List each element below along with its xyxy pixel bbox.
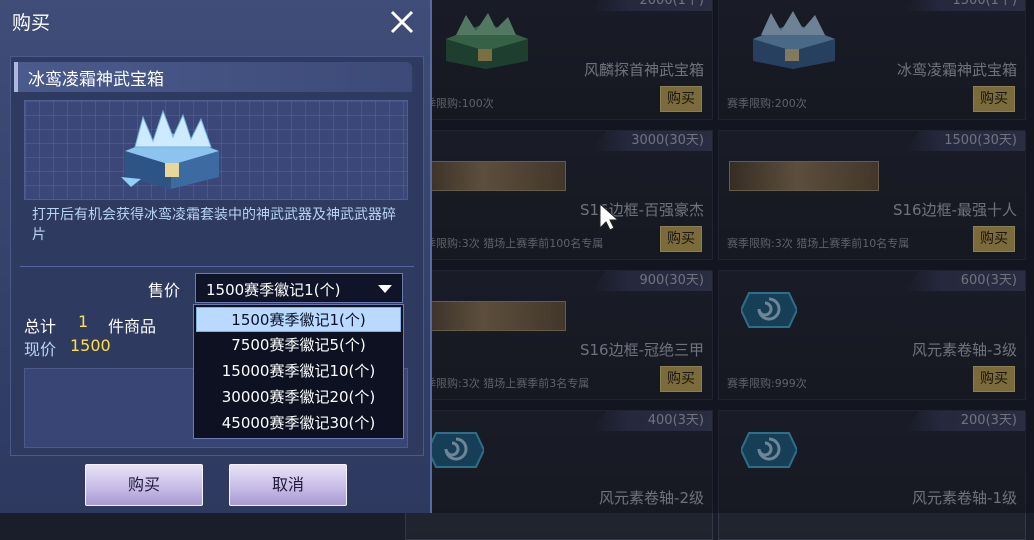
mouse-cursor-icon bbox=[599, 202, 620, 231]
dropdown-arrow-icon[interactable] bbox=[378, 285, 392, 293]
current-price-value: 1500 bbox=[70, 336, 111, 355]
price-dropdown-list[interactable]: 1500赛季徽记1(个) 7500赛季徽记5(个) 15000赛季徽记10(个)… bbox=[193, 304, 404, 439]
divider bbox=[20, 266, 414, 267]
cancel-button[interactable]: 取消 bbox=[229, 464, 347, 506]
treasure-chest-image bbox=[121, 109, 219, 189]
item-title: 冰鸾凌霜神武宝箱 bbox=[28, 70, 164, 90]
price-option[interactable]: 45000赛季徽记30(个) bbox=[196, 411, 401, 436]
close-icon[interactable] bbox=[386, 6, 418, 38]
price-option[interactable]: 1500赛季徽记1(个) bbox=[196, 307, 401, 332]
price-select-value: 1500赛季徽记1(个) bbox=[206, 281, 341, 299]
item-preview bbox=[24, 100, 408, 200]
purchase-dialog: 购买 冰鸾凌霜神武宝箱 打开后有机会获得冰鸾凌霜套装中的神武武器及神武武器碎片 … bbox=[0, 0, 432, 513]
price-label: 售价 bbox=[148, 281, 181, 300]
buy-button[interactable]: 购买 bbox=[85, 464, 203, 506]
item-title-bar: 冰鸾凌霜神武宝箱 bbox=[14, 62, 412, 92]
dialog-title: 购买 bbox=[12, 12, 51, 34]
total-label: 总计 bbox=[24, 317, 57, 336]
item-description: 打开后有机会获得冰鸾凌霜套装中的神武武器及神武武器碎片 bbox=[32, 207, 396, 243]
total-quantity: 1 bbox=[78, 312, 89, 331]
total-unit: 件商品 bbox=[108, 317, 157, 336]
price-select[interactable]: 1500赛季徽记1(个) bbox=[195, 273, 403, 303]
current-price-label: 现价 bbox=[24, 340, 57, 359]
price-option[interactable]: 7500赛季徽记5(个) bbox=[196, 333, 401, 358]
dialog-header: 购买 bbox=[0, 0, 432, 44]
price-option[interactable]: 30000赛季徽记20(个) bbox=[196, 385, 401, 410]
price-option[interactable]: 15000赛季徽记10(个) bbox=[196, 359, 401, 384]
